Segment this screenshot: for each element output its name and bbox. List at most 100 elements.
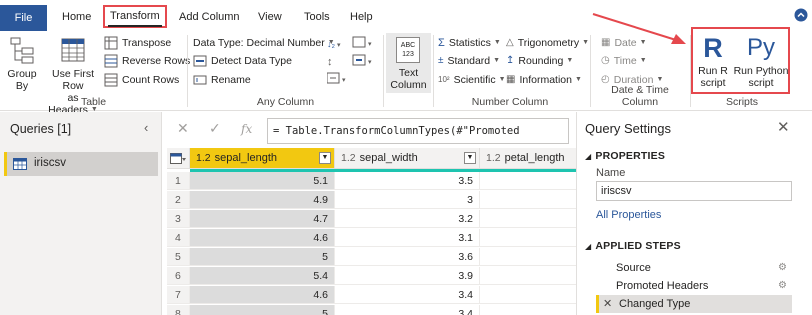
table-cell[interactable] [480,305,576,315]
tab-transform[interactable]: Transform [103,5,167,28]
row-number: 7 [167,286,190,304]
table-cell[interactable] [480,286,576,304]
group-by-button[interactable]: Group By [4,35,40,92]
table-cell[interactable]: 3.4 [335,305,480,315]
gear-icon[interactable]: ⚙ [778,277,787,295]
all-properties-link[interactable]: All Properties [596,209,661,221]
applied-steps-header[interactable]: ◢ APPLIED STEPS [585,240,681,252]
gear-icon[interactable]: ⚙ [778,259,787,277]
check-icon[interactable]: ✓ [209,120,221,137]
close-icon[interactable]: ✕ [777,118,790,136]
ribbon-group-table: Group By Use First Row as Headers ▼ Trans… [0,31,190,116]
help-circle-icon[interactable] [794,8,808,22]
trigonometry-dropdown[interactable]: △ Trigonometry ▼ [506,34,589,52]
text-column-button[interactable]: ABC 123 Text Column [386,33,431,93]
scientific-dropdown[interactable]: 10² Scientific ▼ [438,71,506,89]
table-cell[interactable]: 3.4 [335,286,480,304]
data-grid: 1.2 sepal_length ▼ 1.2 sepal_width ▼ 1.2 pe… [167,148,576,315]
rounding-dropdown[interactable]: ↥ Rounding ▼ [506,52,573,70]
table-cell[interactable]: 3.9 [335,267,480,285]
tab-add-column[interactable]: Add Column [179,6,240,28]
tab-file[interactable]: File [0,5,47,31]
count-rows-button[interactable]: Count Rows [104,71,179,89]
data-preview-area: ✕ ✓ fx = Table.TransformColumnTypes(#"Pr… [163,112,576,315]
table-cell[interactable] [480,172,576,190]
table-cell[interactable]: 3.2 [335,210,480,228]
formula-input[interactable]: = Table.TransformColumnTypes(#"Promoted [267,118,569,144]
column-name-label: petal_length [504,152,565,164]
tab-view[interactable]: View [258,6,282,28]
svg-text:▾: ▾ [337,42,341,49]
table-cell[interactable] [480,267,576,285]
delete-step-icon[interactable]: ✕ [603,295,612,313]
table-cell[interactable]: 4.6 [190,286,335,304]
information-dropdown[interactable]: ▦ Information ▼ [506,71,582,89]
table-cell[interactable]: 4.9 [190,191,335,209]
calendar-icon: ▦ [601,37,611,49]
query-item-iriscsv[interactable]: iriscsv [4,152,158,176]
cancel-icon[interactable]: ✕ [177,120,189,137]
table-cell[interactable]: 3 [335,191,480,209]
chevron-down-icon: ▼ [574,76,582,84]
queries-pane: Queries [1] ‹ iriscsv [0,112,162,315]
table-cell[interactable]: 5 [190,305,335,315]
collapse-chevron-icon[interactable]: ‹ [144,120,148,135]
data-type-label: Data Type: Decimal Number [193,37,325,49]
clock-icon: ◷ [601,55,610,67]
column-filter-dropdown-icon[interactable]: ▼ [319,152,331,164]
table-cell[interactable]: 3.1 [335,229,480,247]
reverse-rows-button[interactable]: Reverse Rows [104,52,190,70]
applied-step-changed-type[interactable]: ✕ Changed Type [596,295,792,313]
column-type-label: 1.2 [341,152,356,164]
row-number: 8 [167,305,190,315]
column-tools-icons[interactable]: ↓₂ ▾ ▾ ↕ ▾ ▾ [327,35,381,87]
table-cell[interactable]: 5 [190,248,335,266]
table-cell[interactable]: 5.4 [190,267,335,285]
rename-button[interactable]: Rename [193,71,251,89]
applied-step-source[interactable]: Source ⚙ [596,259,792,277]
rounding-label: Rounding [518,55,564,67]
data-type-dropdown[interactable]: Data Type: Decimal Number ▼ [193,34,335,52]
column-header-sepal-width[interactable]: 1.2 sepal_width ▼ [335,148,480,169]
properties-header-label: PROPERTIES [595,150,666,162]
standard-ops-icon: ± [438,55,444,67]
sigma-icon: Σ [438,37,445,50]
table-cell[interactable]: 3.6 [335,248,480,266]
table-cell[interactable]: 4.6 [190,229,335,247]
table-cell[interactable]: 5.1 [190,172,335,190]
date-dropdown[interactable]: ▦ Date ▼ [601,34,647,52]
tab-tools[interactable]: Tools [304,6,330,28]
statistics-dropdown[interactable]: Σ Statistics ▼ [438,34,501,52]
detect-type-icon [193,55,207,67]
query-name-input[interactable] [596,181,792,201]
time-dropdown[interactable]: ◷ Time ▼ [601,52,647,70]
group-label-table: Table [80,96,107,108]
fx-icon[interactable]: fx [241,122,252,136]
ribbon-group-any-column: Data Type: Decimal Number ▼ Detect Data T… [188,31,383,111]
detect-data-type-button[interactable]: Detect Data Type [193,52,292,70]
applied-step-promoted-headers[interactable]: Promoted Headers ⚙ [596,277,792,295]
table-cell[interactable] [480,191,576,209]
standard-dropdown[interactable]: ± Standard ▼ [438,52,500,70]
table-cell[interactable] [480,229,576,247]
formula-bar-buttons: ✕ ✓ fx [163,112,263,145]
properties-header[interactable]: ◢ PROPERTIES [585,150,665,162]
transpose-button[interactable]: Transpose [104,34,171,52]
tab-help[interactable]: Help [350,6,373,28]
chevron-down-icon: ▼ [493,39,501,47]
table-cell[interactable]: 4.7 [190,210,335,228]
chevron-down-icon: ▼ [493,57,501,65]
column-header-petal-length[interactable]: 1.2 petal_length [480,148,576,169]
rename-label: Rename [211,74,251,86]
table-cell[interactable] [480,210,576,228]
table-menu-button[interactable] [167,148,190,169]
detect-data-type-label: Detect Data Type [211,55,292,67]
table-cell[interactable]: 3.5 [335,172,480,190]
column-header-sepal-length[interactable]: 1.2 sepal_length ▼ [190,148,335,169]
column-filter-dropdown-icon[interactable]: ▼ [464,152,476,164]
table-cell[interactable] [480,248,576,266]
chevron-down-icon: ▼ [656,76,664,84]
svg-text:▾: ▾ [342,77,346,84]
group-label-scripts: Scripts [725,96,759,108]
tab-home[interactable]: Home [62,6,91,28]
